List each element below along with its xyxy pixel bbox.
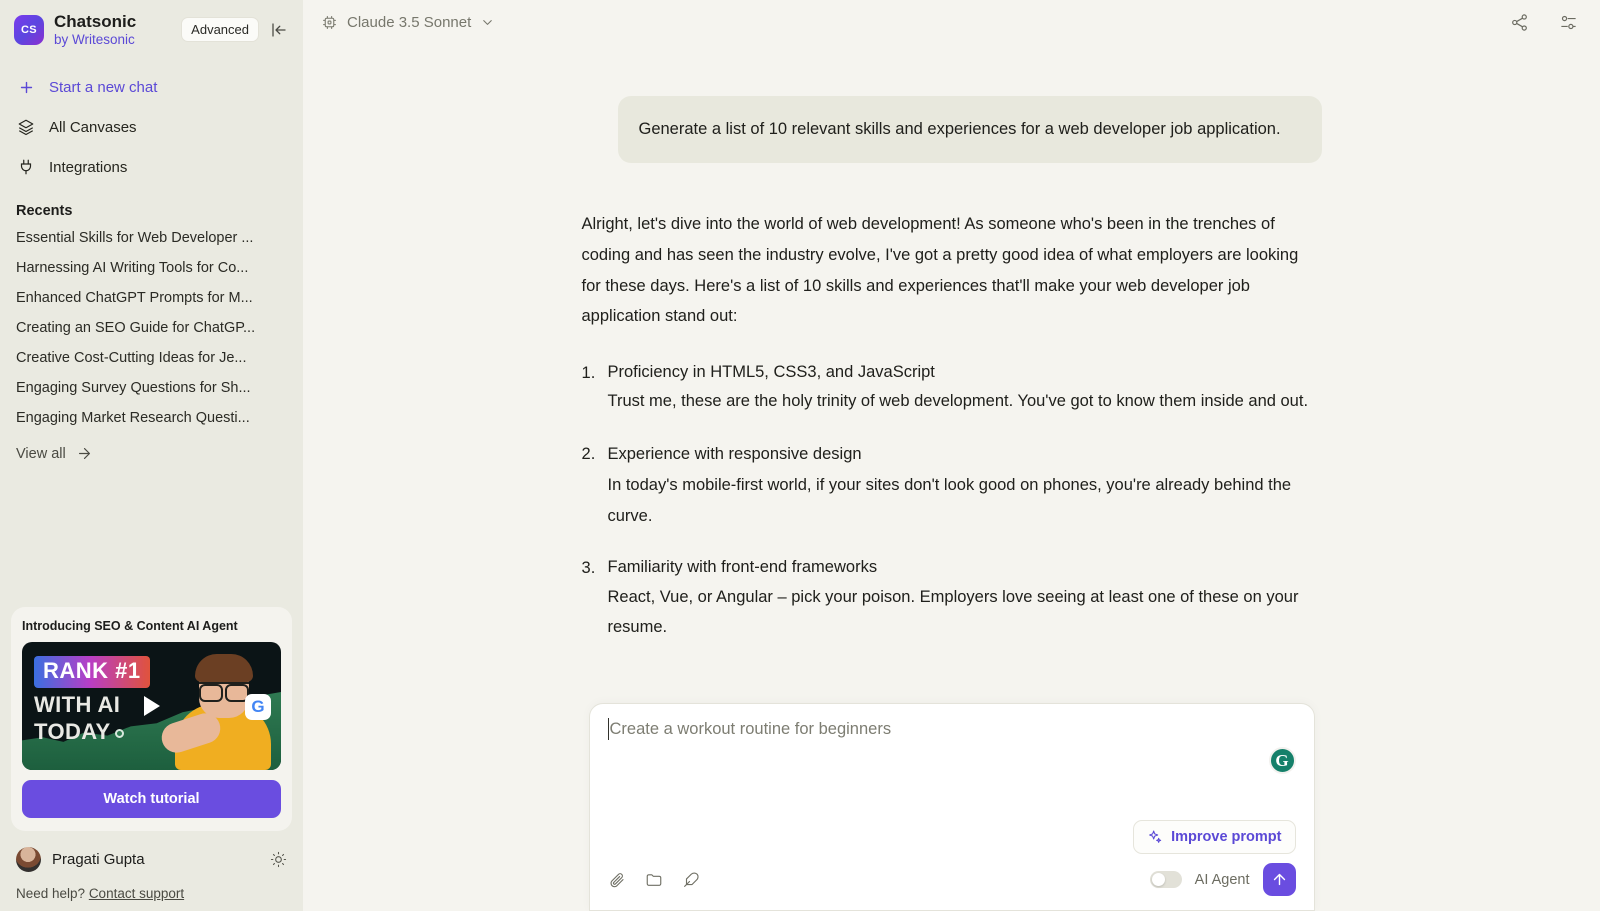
plus-icon [16,77,36,97]
composer-toolbar: AI Agent [608,863,1296,896]
model-name: Claude 3.5 Sonnet [347,13,472,31]
sliders-icon[interactable] [1559,13,1578,32]
ai-agent-toggle[interactable] [1149,871,1182,888]
ai-agent-label: AI Agent [1194,871,1250,888]
grammarly-icon[interactable]: G [1268,747,1296,774]
promo-headline-3: TODAY [34,719,111,744]
list-item-title: Proficiency in HTML5, CSS3, and JavaScri… [607,363,935,382]
share-icon[interactable] [1510,13,1529,32]
model-selector[interactable]: Claude 3.5 Sonnet [321,14,495,31]
recent-chat-item[interactable]: Creating an SEO Guide for ChatGP... [16,313,287,343]
list-item: Experience with responsive design In tod… [582,439,1322,531]
app-logo: CS [14,14,44,45]
arrow-right-icon [76,445,93,462]
layers-icon [16,117,36,137]
list-item-body: React, Vue, or Angular – pick your poiso… [607,587,1299,637]
sidebar: CS Chatsonic by Writesonic Advanced Star… [0,0,303,911]
view-all-chats-button[interactable]: View all [16,433,287,462]
arrow-up-icon [1271,871,1288,888]
brand-subtitle: by Writesonic [54,31,135,47]
recent-chat-item[interactable]: Enhanced ChatGPT Prompts for M... [16,283,287,313]
chip-icon [321,14,338,31]
collapse-panel-icon[interactable] [269,19,289,41]
sidebar-item-label: All Canvases [49,118,137,136]
improve-prompt-label: Improve prompt [1171,829,1282,845]
plug-icon [16,157,36,177]
promo-headline-2: WITH AI [34,692,121,717]
improve-prompt-button[interactable]: Improve prompt [1133,820,1296,854]
sun-icon[interactable] [270,851,287,868]
promo-card: Introducing SEO & Content AI Agent RANK … [11,607,292,831]
message-input-placeholder: Create a workout routine for beginners [609,720,892,738]
message-input[interactable]: Create a workout routine for beginners [607,718,1296,740]
list-item-body: Trust me, these are the holy trinity of … [607,392,1309,411]
top-bar: Claude 3.5 Sonnet [303,0,1600,44]
contact-support-link[interactable]: Contact support [89,886,184,901]
view-all-label: View all [16,445,66,462]
list-item-title: Familiarity with front-end frameworks [607,558,878,577]
promo-video-thumbnail[interactable]: RANK #1 WITH AI TODAY G [22,642,281,770]
text-caret [607,718,609,740]
sidebar-item-label: Start a new chat [49,78,158,96]
sidebar-header: CS Chatsonic by Writesonic Advanced [0,0,303,53]
recent-chat-item[interactable]: Creative Cost-Cutting Ideas for Je... [16,343,287,373]
user-name: Pragati Gupta [52,851,145,868]
sidebar-item-all-canvases[interactable]: All Canvases [0,107,303,147]
assistant-intro-paragraph: Alright, let's dive into the world of we… [581,215,1299,326]
sidebar-item-integrations[interactable]: Integrations [0,147,303,187]
recent-chat-item[interactable]: Harnessing AI Writing Tools for Co... [16,253,287,283]
folder-icon[interactable] [645,871,663,889]
promo-headline-1: RANK #1 [34,656,150,688]
recent-chat-item[interactable]: Engaging Survey Questions for Sh... [16,373,287,403]
sidebar-nav: Start a new chat All Canvases Integratio… [0,53,303,187]
user-message-bubble: Generate a list of 10 relevant skills an… [617,96,1322,164]
list-item: Proficiency in HTML5, CSS3, and JavaScri… [582,358,1322,417]
google-logo-icon: G [245,694,271,720]
user-profile-row[interactable]: Pragati Gupta [0,831,303,876]
recent-chat-item[interactable]: Essential Skills for Web Developer ... [16,223,287,253]
message-composer[interactable]: Create a workout routine for beginners G… [588,703,1315,911]
paperclip-icon[interactable] [608,871,626,889]
promo-title: Introducing SEO & Content AI Agent [22,619,238,633]
recents-section: Recents Essential Skills for Web Develop… [0,187,303,462]
help-prefix: Need help? [16,886,89,901]
feather-icon[interactable] [682,871,700,889]
brand-text: Chatsonic by Writesonic [54,12,136,47]
watch-tutorial-button[interactable]: Watch tutorial [22,780,281,818]
help-row: Need help? Contact support [0,876,303,911]
sidebar-item-new-chat[interactable]: Start a new chat [0,67,303,107]
list-item-title: Experience with responsive design [607,445,862,464]
advanced-badge[interactable]: Advanced [181,17,259,43]
skills-list: Proficiency in HTML5, CSS3, and JavaScri… [582,358,1322,643]
play-icon[interactable] [143,696,160,716]
sparkles-icon [1147,829,1163,845]
recent-chat-item[interactable]: Engaging Market Research Questi... [16,403,287,433]
list-item-body: In today's mobile-first world, if your s… [607,475,1292,525]
send-button[interactable] [1262,863,1296,896]
avatar [16,847,41,872]
main-area: Claude 3.5 Sonnet Generate a list of 10 … [303,0,1600,911]
brand-name: Chatsonic [54,12,137,31]
assistant-message: Alright, let's dive into the world of we… [582,163,1322,643]
chevron-down-icon [480,15,495,30]
sidebar-item-label: Integrations [49,158,128,176]
list-item: Familiarity with front-end frameworks Re… [582,553,1322,643]
recents-heading: Recents [16,203,73,220]
